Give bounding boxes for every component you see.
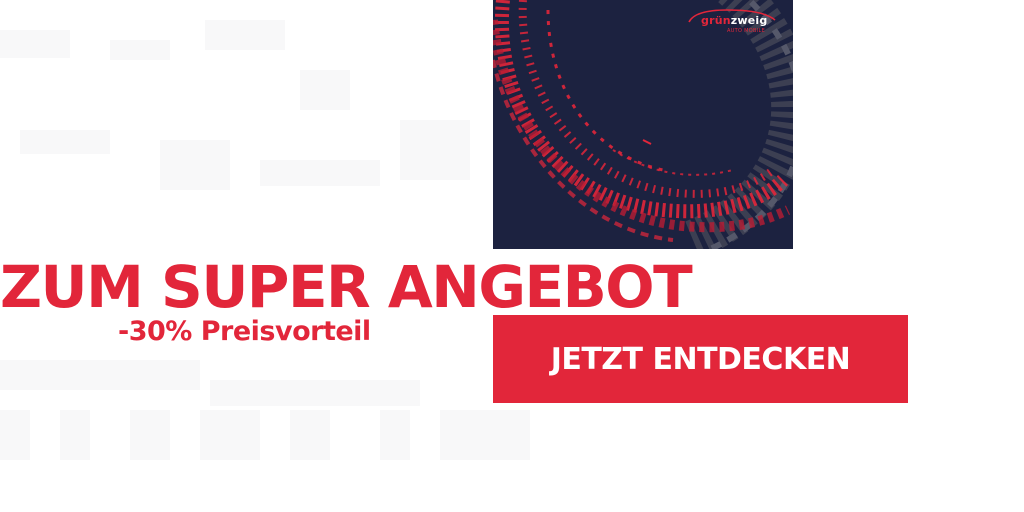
discover-now-button[interactable]: JETZT ENTDECKEN — [493, 315, 908, 403]
logo-wordmark: grünzweig — [701, 14, 768, 27]
promo-image[interactable]: grünzweig AUTO MOBILE — [493, 0, 793, 249]
brand-logo: grünzweig AUTO MOBILE — [687, 8, 779, 34]
promo-headline: ZUM SUPER ANGEBOT — [0, 253, 693, 321]
tire-track-graphic — [493, 0, 793, 249]
logo-tagline: AUTO MOBILE — [727, 28, 766, 34]
discount-text: -30% Preisvorteil — [118, 316, 371, 347]
